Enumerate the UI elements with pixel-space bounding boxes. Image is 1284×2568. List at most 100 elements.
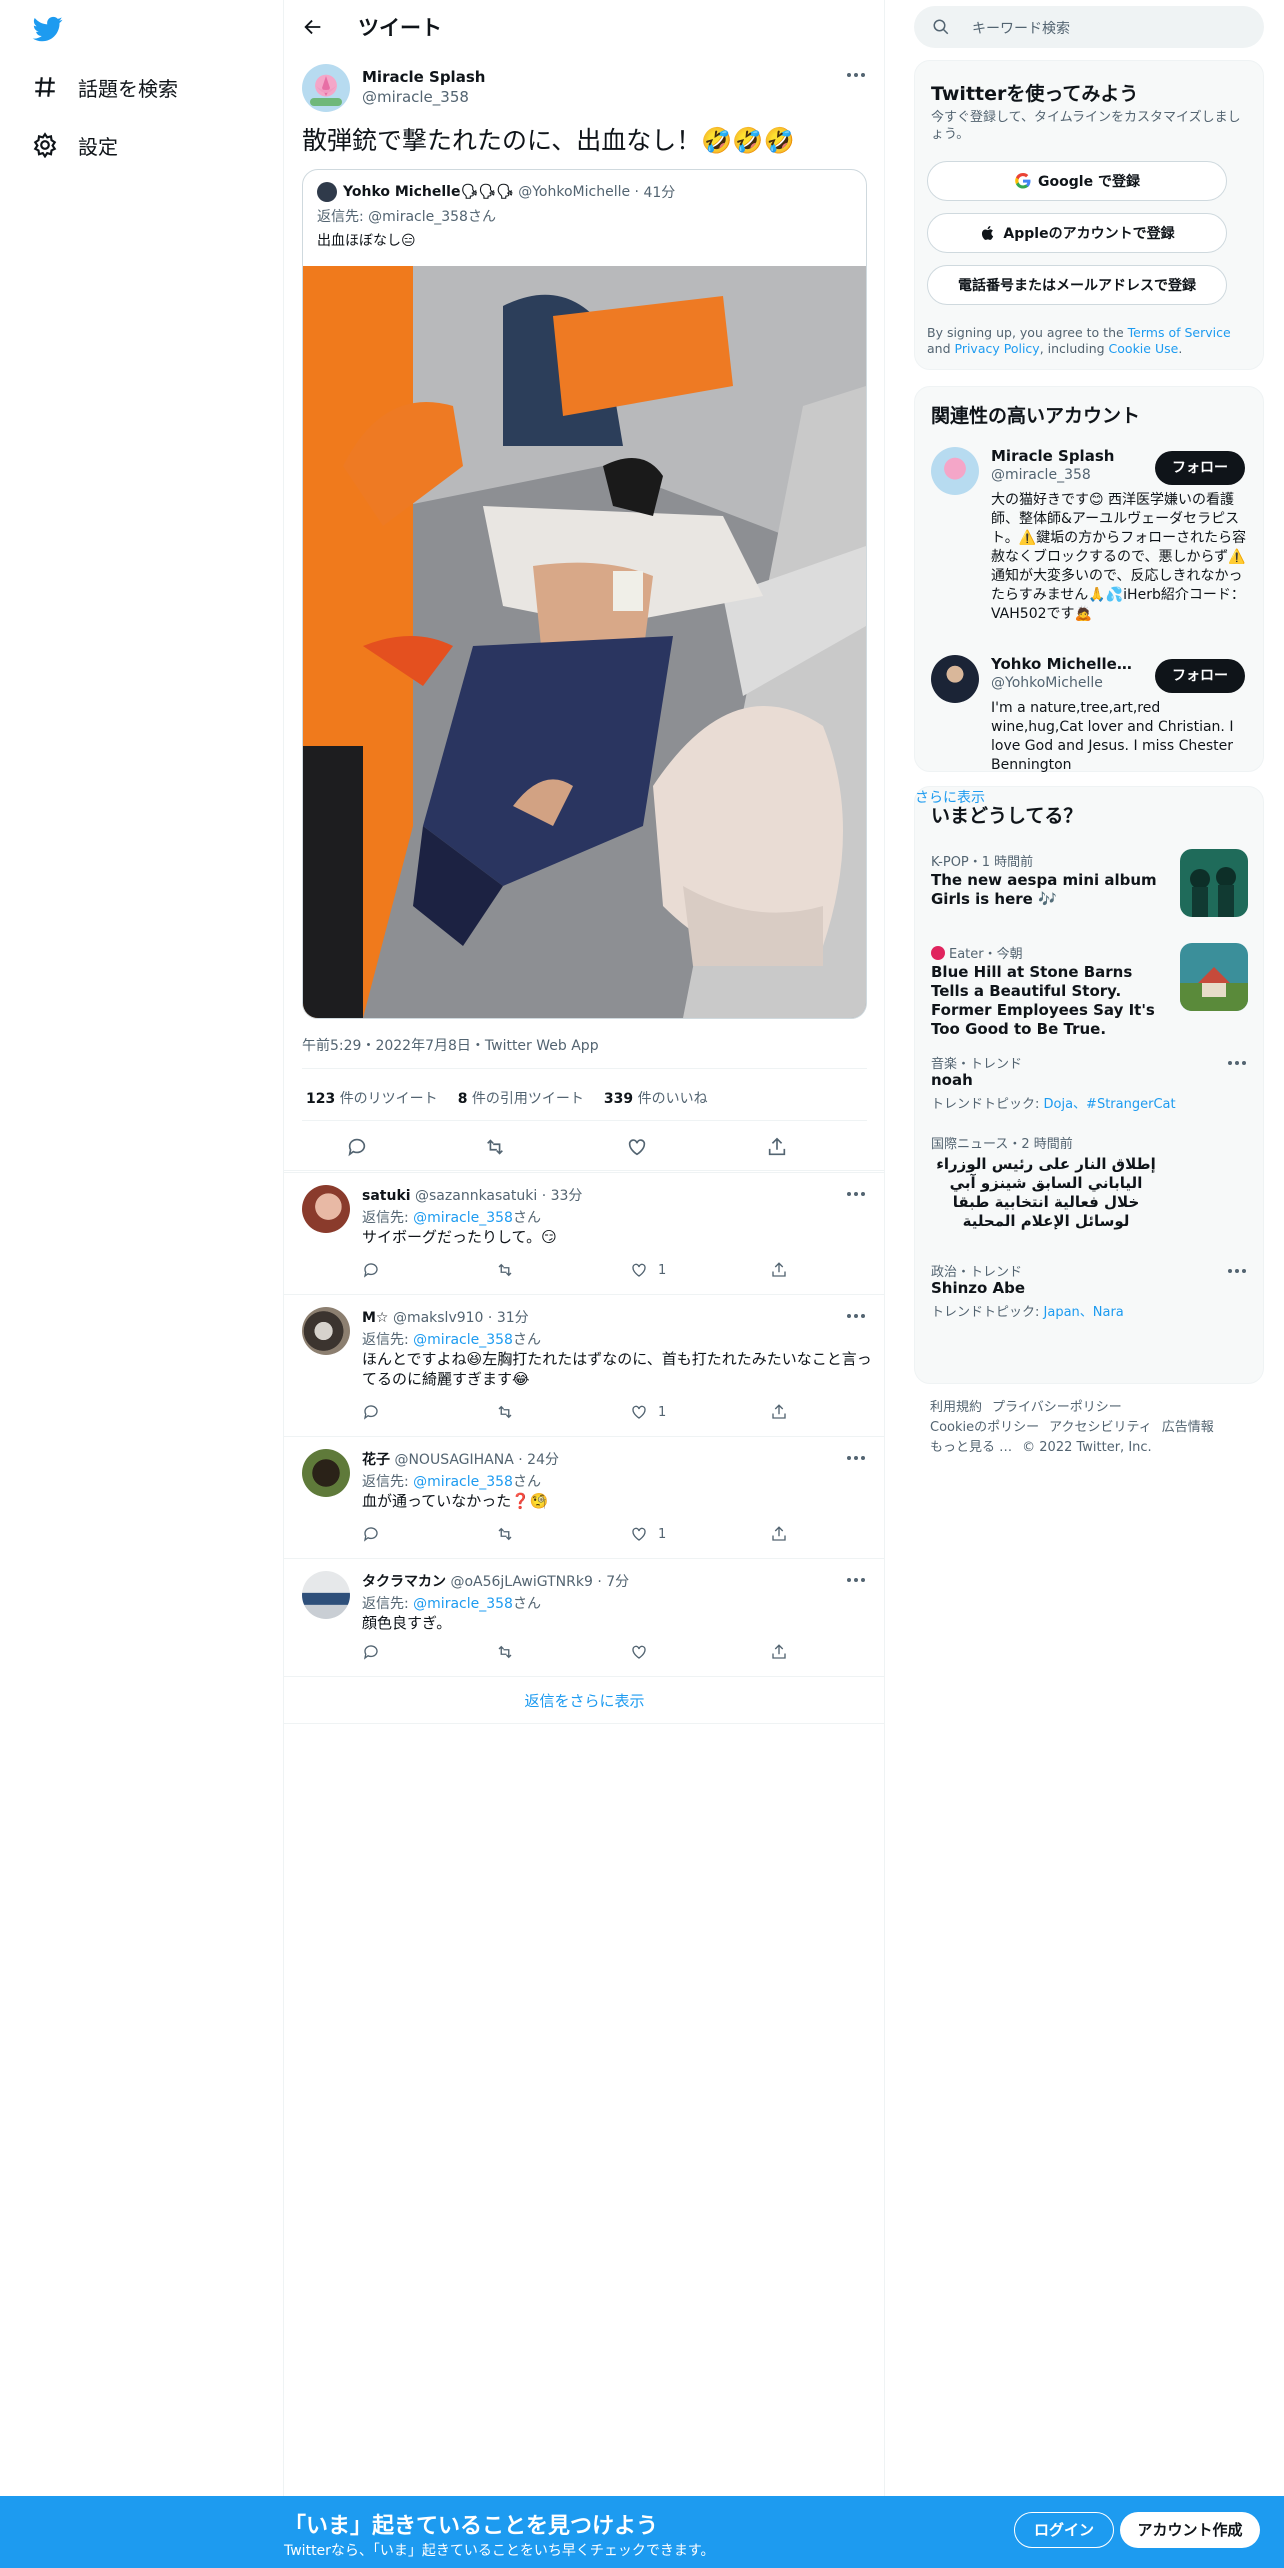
apple-signup-button[interactable]: Appleのアカウントで登録: [927, 213, 1227, 253]
retweet-icon[interactable]: [496, 1261, 514, 1279]
footer-link[interactable]: 広告情報: [1162, 1420, 1214, 1435]
cookie-link[interactable]: Cookie Use: [1109, 341, 1179, 356]
signup-subtitle: 今すぐ登録して、タイムラインをカスタマイズしましょう。: [931, 110, 1241, 142]
reply-text: 顔色良すぎ。: [362, 1614, 452, 1632]
share-icon[interactable]: [770, 1525, 788, 1543]
share-icon[interactable]: [770, 1403, 788, 1421]
retweet-icon[interactable]: [496, 1643, 514, 1661]
trend-category: Eater・今朝: [931, 943, 1023, 962]
more-options-icon[interactable]: [1227, 1057, 1247, 1069]
like-icon[interactable]: [630, 1525, 648, 1543]
trend-title: noah: [931, 1071, 973, 1089]
phone-email-signup-button[interactable]: 電話番号またはメールアドレスで登録: [927, 265, 1227, 305]
trend-category: 音楽・トレンド: [931, 1057, 1023, 1072]
back-arrow-icon[interactable]: [302, 16, 324, 38]
quote-author-name: Yohko Michelle🗣🗣🗣: [343, 184, 514, 200]
share-icon[interactable]: [770, 1261, 788, 1279]
apple-logo-icon: [982, 225, 994, 240]
reply-header: 花子 @NOUSAGIHANA · 24分: [362, 1452, 559, 1468]
create-account-button[interactable]: アカウント作成: [1120, 2512, 1260, 2548]
more-options-icon[interactable]: [1227, 1265, 1247, 1277]
footer-link[interactable]: Cookieのポリシー: [930, 1420, 1039, 1435]
footer-link[interactable]: 利用規約: [930, 1400, 982, 1415]
reply-tweet[interactable]: M☆ @makslv910 · 31分 返信先: @miracle_358さん …: [284, 1294, 885, 1434]
privacy-link[interactable]: Privacy Policy: [955, 341, 1040, 356]
reply-header: satuki @sazannkasatuki · 33分: [362, 1188, 583, 1204]
reply-avatar[interactable]: [302, 1449, 350, 1497]
footer-link[interactable]: プライバシーポリシー: [992, 1400, 1122, 1415]
like-icon[interactable]: [630, 1403, 648, 1421]
footer-link[interactable]: アクセシビリティ: [1049, 1420, 1152, 1435]
show-more-replies-link[interactable]: 返信をさらに表示: [284, 1676, 885, 1724]
share-icon[interactable]: [770, 1643, 788, 1661]
account-name[interactable]: Miracle Splash: [991, 447, 1141, 465]
google-signup-label: Google で登録: [1038, 174, 1140, 190]
account-avatar[interactable]: [931, 655, 979, 703]
divider: [302, 1068, 867, 1069]
reply-icon[interactable]: [346, 1136, 368, 1158]
nav-settings[interactable]: 設定: [32, 125, 118, 165]
quoted-photo[interactable]: [303, 266, 866, 1018]
reply-actions: [362, 1643, 862, 1665]
retweet-count[interactable]: 123 件のリツイート: [306, 1088, 438, 1108]
more-options-icon[interactable]: [845, 1187, 867, 1201]
like-icon[interactable]: [626, 1136, 648, 1158]
trend-title: The new aespa mini album Girls is here 🎶: [931, 871, 1157, 908]
search-box[interactable]: キーワード検索: [914, 6, 1264, 48]
trend-title: Blue Hill at Stone Barns Tells a Beautif…: [931, 963, 1155, 1038]
reply-icon[interactable]: [362, 1525, 380, 1543]
author-handle[interactable]: @miracle_358: [362, 88, 469, 106]
more-options-icon[interactable]: [845, 1451, 867, 1465]
footer-more-link[interactable]: もっと見る …: [930, 1440, 1012, 1455]
reply-tweet[interactable]: 花子 @NOUSAGIHANA · 24分 返信先: @miracle_358さ…: [284, 1436, 885, 1556]
signup-card: Twitterを使ってみよう 今すぐ登録して、タイムラインをカスタマイズしましょ…: [914, 60, 1264, 370]
reply-text: サイボーグだったりして。😏: [362, 1228, 557, 1246]
banner-title: 「いま」起きていることを見つけよう: [284, 2514, 659, 2539]
like-icon[interactable]: [630, 1261, 648, 1279]
retweet-icon[interactable]: [496, 1525, 514, 1543]
follow-button[interactable]: フォロー: [1155, 451, 1245, 485]
login-button[interactable]: ログイン: [1014, 2512, 1114, 2548]
author-avatar[interactable]: [302, 64, 350, 112]
like-icon[interactable]: [630, 1643, 648, 1661]
account-handle: @miracle_358: [991, 467, 1091, 483]
reply-tweet[interactable]: タクラマカン @oA56jLAwiGTNRk9 · 7分 返信先: @mirac…: [284, 1558, 885, 1676]
trend-thumbnail: [1180, 943, 1248, 1011]
reply-icon[interactable]: [362, 1261, 380, 1279]
account-avatar[interactable]: [931, 447, 979, 495]
main-column: ツイート Miracle Splash @miracle_358 散弾銃で撃たれ…: [284, 0, 885, 2496]
retweet-icon[interactable]: [484, 1136, 506, 1158]
search-input[interactable]: キーワード検索: [972, 18, 1070, 38]
reply-avatar[interactable]: [302, 1307, 350, 1355]
nav-settings-label: 設定: [78, 134, 118, 159]
reply-icon[interactable]: [362, 1403, 380, 1421]
reply-avatar[interactable]: [302, 1571, 350, 1619]
share-icon[interactable]: [766, 1136, 788, 1158]
reply-actions: 1: [362, 1525, 862, 1547]
bottom-signup-banner: 「いま」起きていることを見つけよう Twitterなら、「いま」起きていることを…: [0, 2496, 1284, 2568]
terms-link[interactable]: Terms of Service: [1128, 325, 1231, 340]
retweet-icon[interactable]: [496, 1403, 514, 1421]
more-options-icon[interactable]: [845, 68, 867, 82]
trend-category: 国際ニュース・2 時間前: [931, 1137, 1073, 1152]
reply-avatar[interactable]: [302, 1185, 350, 1233]
more-options-icon[interactable]: [845, 1309, 867, 1323]
reply-icon[interactable]: [362, 1643, 380, 1661]
reply-to: 返信先: @miracle_358さん: [362, 1210, 541, 1226]
phone-email-signup-label: 電話番号またはメールアドレスで登録: [958, 278, 1196, 294]
like-count[interactable]: 339 件のいいね: [604, 1088, 708, 1108]
signup-title: Twitterを使ってみよう: [931, 83, 1139, 105]
google-signup-button[interactable]: Google で登録: [927, 161, 1227, 201]
tweet-timestamp[interactable]: 午前5:29・2022年7月8日・Twitter Web App: [302, 1035, 599, 1055]
nav-explore[interactable]: 話題を検索: [32, 67, 178, 107]
reply-tweet[interactable]: satuki @sazannkasatuki · 33分 返信先: @mirac…: [284, 1172, 885, 1292]
author-name[interactable]: Miracle Splash: [362, 68, 485, 86]
quoted-tweet[interactable]: Yohko Michelle🗣🗣🗣 @YohkoMichelle · 41分 返…: [302, 169, 867, 1019]
follow-button[interactable]: フォロー: [1155, 659, 1245, 693]
more-options-icon[interactable]: [845, 1573, 867, 1587]
left-navigation: 話題を検索 設定: [0, 0, 284, 2496]
twitter-bird-icon[interactable]: [30, 14, 66, 44]
account-name[interactable]: Yohko Michelle🗣🗣🗣: [991, 655, 1141, 673]
quote-count[interactable]: 8 件の引用ツイート: [458, 1088, 584, 1108]
page-header: ツイート: [284, 0, 884, 53]
